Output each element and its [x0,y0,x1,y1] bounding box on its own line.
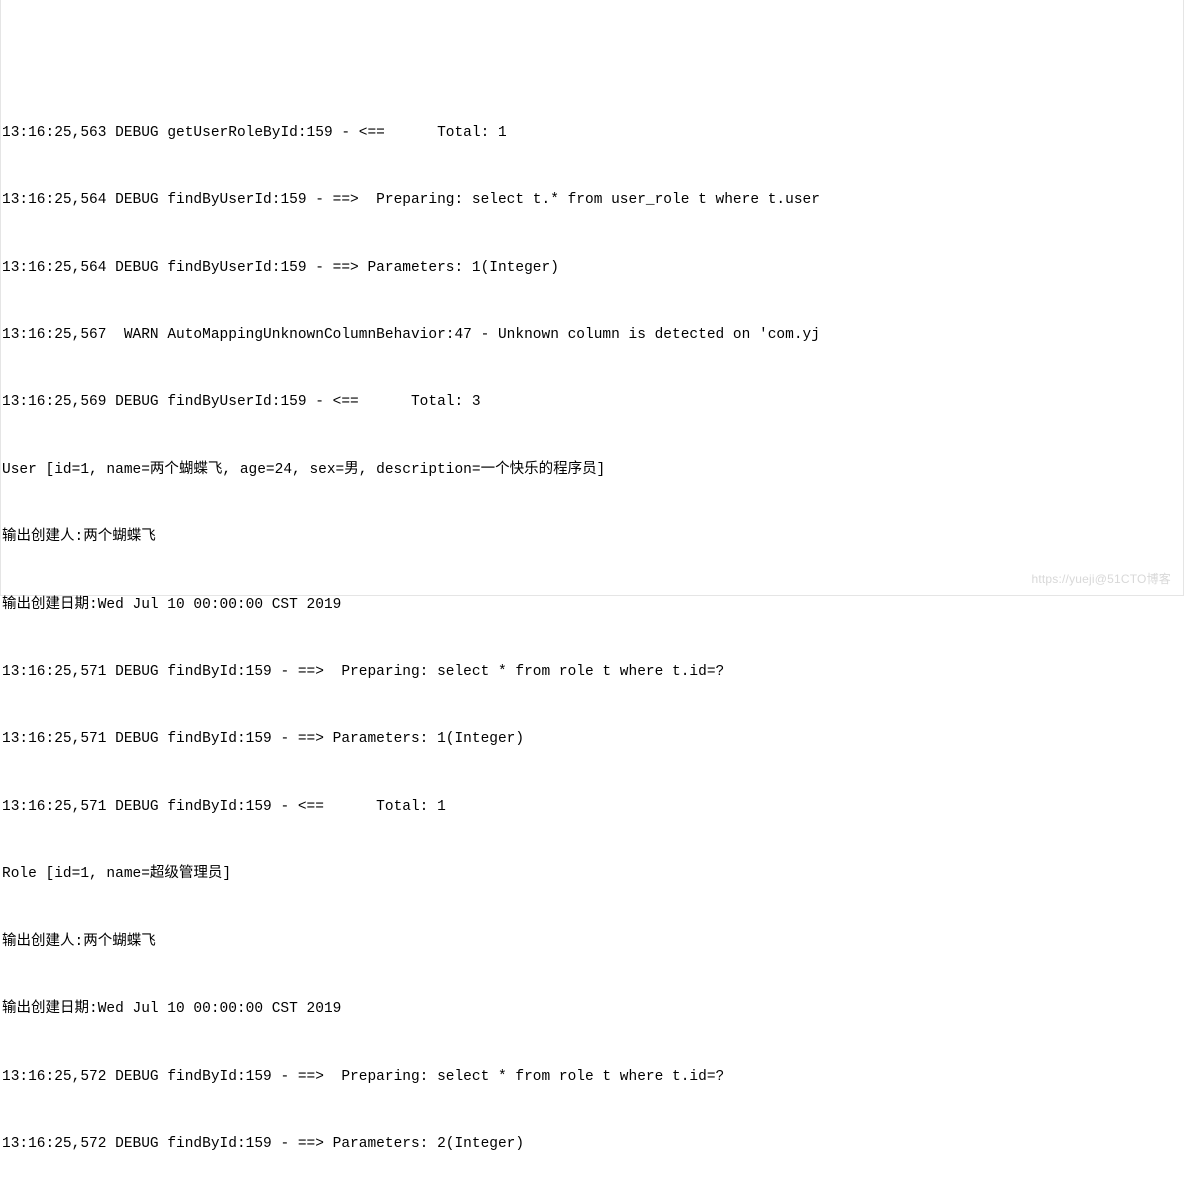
log-line: 13:16:25,563 DEBUG getUserRoleById:159 -… [2,122,1182,144]
log-line: 13:16:25,564 DEBUG findByUserId:159 - ==… [2,257,1182,279]
log-line: User [id=1, name=两个蝴蝶飞, age=24, sex=男, d… [2,459,1182,481]
log-line: 13:16:25,571 DEBUG findById:159 - ==> Pa… [2,728,1182,750]
log-line: 13:16:25,571 DEBUG findById:159 - <== To… [2,796,1182,818]
log-line: 13:16:25,572 DEBUG findById:159 - ==> Pa… [2,1133,1182,1155]
log-line: 输出创建日期:Wed Jul 10 00:00:00 CST 2019 [2,594,1182,616]
log-line: Role [id=1, name=超级管理员] [2,863,1182,885]
log-line: 13:16:25,572 DEBUG findById:159 - ==> Pr… [2,1066,1182,1088]
log-line: 输出创建日期:Wed Jul 10 00:00:00 CST 2019 [2,998,1182,1020]
log-line: 13:16:25,569 DEBUG findByUserId:159 - <=… [2,391,1182,413]
log-line: 输出创建人:两个蝴蝶飞 [2,526,1182,548]
watermark-text: https://yueji@51CTO博客 [1031,570,1171,589]
log-line: 13:16:25,571 DEBUG findById:159 - ==> Pr… [2,661,1182,683]
log-line: 13:16:25,564 DEBUG findByUserId:159 - ==… [2,189,1182,211]
log-line: 输出创建人:两个蝴蝶飞 [2,931,1182,953]
log-line: 13:16:25,567 WARN AutoMappingUnknownColu… [2,324,1182,346]
log-output: 13:16:25,563 DEBUG getUserRoleById:159 -… [2,77,1182,672]
